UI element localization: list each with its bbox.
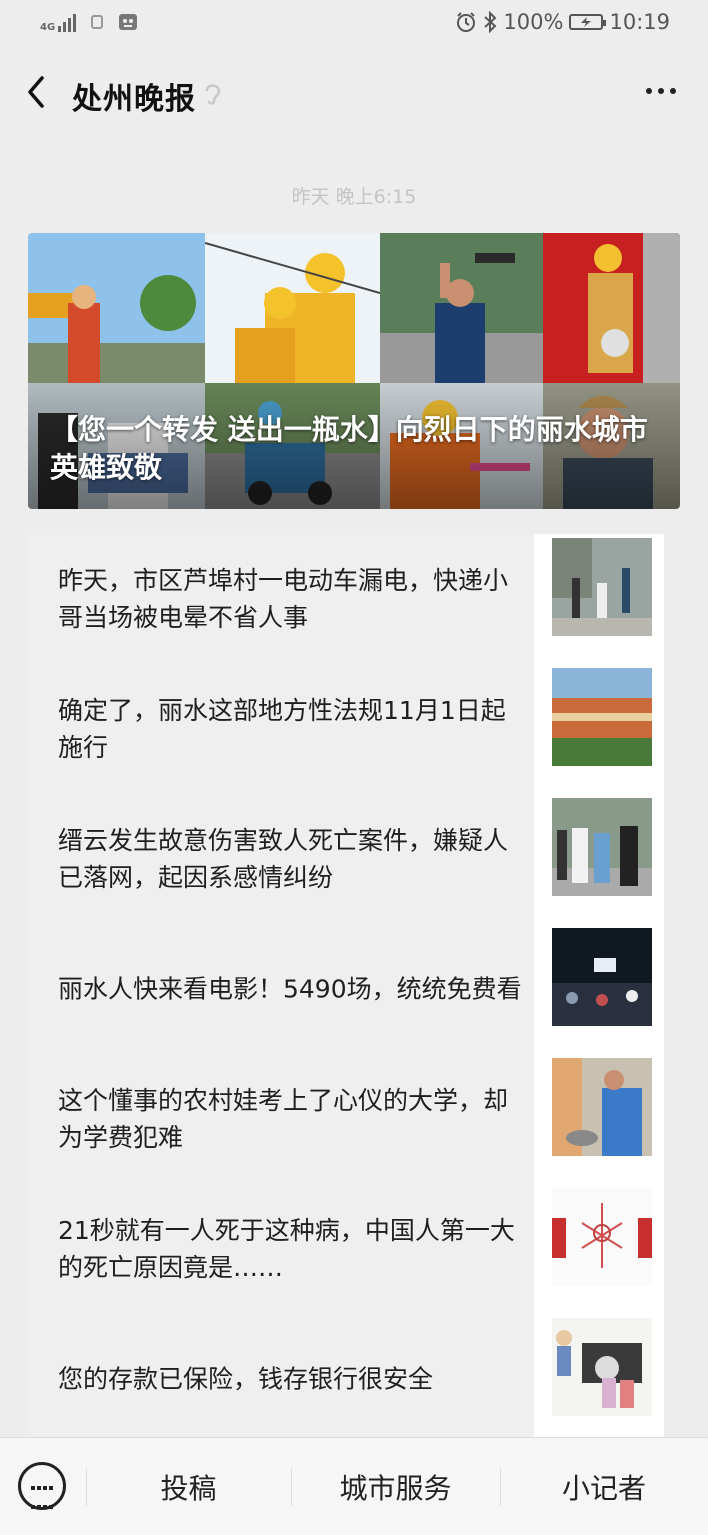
thumbnail-column bbox=[534, 1054, 664, 1184]
article-title[interactable]: 确定了，丽水这部地方性法规11月1日起施行 bbox=[58, 692, 524, 766]
article-thumbnail[interactable] bbox=[552, 668, 652, 766]
article-thumbnail[interactable] bbox=[552, 1318, 652, 1416]
bottom-menu-bar: 投稿 城市服务 小记者 bbox=[0, 1437, 708, 1535]
article-item[interactable]: 丽水人快来看电影！5490场，统统免费看 bbox=[28, 924, 664, 1054]
keyboard-toggle-icon[interactable] bbox=[18, 1462, 66, 1510]
article-title[interactable]: 昨天，市区芦埠村一电动车漏电，快递小哥当场被电晕不省人事 bbox=[58, 562, 524, 636]
article-thumbnail[interactable] bbox=[552, 1058, 652, 1156]
thumbnail-column bbox=[534, 924, 664, 1054]
hero-photo-2 bbox=[205, 233, 380, 383]
article-item[interactable]: 21秒就有一人死于这种病，中国人第一大的死亡原因竟是…… bbox=[28, 1184, 664, 1314]
article-thumbnail[interactable] bbox=[552, 1188, 652, 1286]
article-list: 昨天，市区芦埠村一电动车漏电，快递小哥当场被电晕不省人事 确定了，丽水这部地方性… bbox=[28, 534, 664, 1444]
more-options-icon[interactable] bbox=[646, 88, 676, 94]
status-bar: 4G 100% 10:19 bbox=[0, 0, 708, 50]
article-title[interactable]: 21秒就有一人死于这种病，中国人第一大的死亡原因竟是…… bbox=[58, 1212, 524, 1286]
app-notification-icon bbox=[119, 14, 138, 30]
status-left: 4G bbox=[40, 12, 138, 33]
notification-icon bbox=[91, 15, 104, 29]
thumbnail-column bbox=[534, 1184, 664, 1314]
status-right: 100% 10:19 bbox=[455, 10, 670, 34]
article-item[interactable]: 昨天，市区芦埠村一电动车漏电，快递小哥当场被电晕不省人事 bbox=[28, 534, 664, 664]
thumbnail-column bbox=[534, 664, 664, 794]
signal-icon bbox=[58, 12, 77, 32]
article-title[interactable]: 您的存款已保险，钱存银行很安全 bbox=[58, 1361, 524, 1398]
menu-item-submit[interactable]: 投稿 bbox=[86, 1438, 291, 1535]
bluetooth-icon bbox=[484, 11, 497, 33]
message-timestamp: 昨天 晚上6:15 bbox=[291, 186, 417, 208]
battery-percent: 100% bbox=[503, 10, 564, 34]
alarm-icon bbox=[457, 12, 476, 32]
article-thumbnail[interactable] bbox=[552, 538, 652, 636]
hero-photo-3 bbox=[380, 233, 543, 383]
hero-photo-1 bbox=[28, 233, 205, 383]
clock: 10:19 bbox=[609, 10, 670, 34]
article-item[interactable]: 您的存款已保险，钱存银行很安全 bbox=[28, 1314, 664, 1444]
hero-article-title[interactable]: 【您一个转发 送出一瓶水】向烈日下的丽水城市英雄致敬 bbox=[50, 411, 660, 487]
article-item[interactable]: 缙云发生故意伤害致人死亡案件，嫌疑人已落网，起因系感情纠纷 bbox=[28, 794, 664, 924]
ear-icon[interactable] bbox=[203, 80, 223, 106]
network-type: 4G bbox=[40, 22, 56, 33]
hero-photo-4 bbox=[543, 233, 680, 383]
article-thumbnail[interactable] bbox=[552, 798, 652, 896]
article-title[interactable]: 这个懂事的农村娃考上了心仪的大学，却为学费犯难 bbox=[58, 1082, 524, 1156]
battery-icon bbox=[569, 14, 607, 30]
thumbnail-column bbox=[534, 1314, 664, 1444]
article-title[interactable]: 丽水人快来看电影！5490场，统统免费看 bbox=[58, 971, 524, 1008]
article-title[interactable]: 缙云发生故意伤害致人死亡案件，嫌疑人已落网，起因系感情纠纷 bbox=[58, 822, 524, 896]
article-item[interactable]: 确定了，丽水这部地方性法规11月1日起施行 bbox=[28, 664, 664, 794]
thumbnail-column bbox=[534, 794, 664, 924]
menu-item-city-services[interactable]: 城市服务 bbox=[291, 1438, 500, 1535]
article-item[interactable]: 这个懂事的农村娃考上了心仪的大学，却为学费犯难 bbox=[28, 1054, 664, 1184]
article-thumbnail[interactable] bbox=[552, 928, 652, 1026]
hero-article-card[interactable]: 【您一个转发 送出一瓶水】向烈日下的丽水城市英雄致敬 bbox=[28, 233, 680, 509]
thumbnail-column bbox=[534, 534, 664, 664]
back-icon[interactable] bbox=[22, 74, 52, 110]
nav-bar: 处州晚报 bbox=[0, 62, 708, 122]
menu-item-reporter[interactable]: 小记者 bbox=[500, 1438, 708, 1535]
page-title: 处州晚报 bbox=[72, 82, 196, 117]
